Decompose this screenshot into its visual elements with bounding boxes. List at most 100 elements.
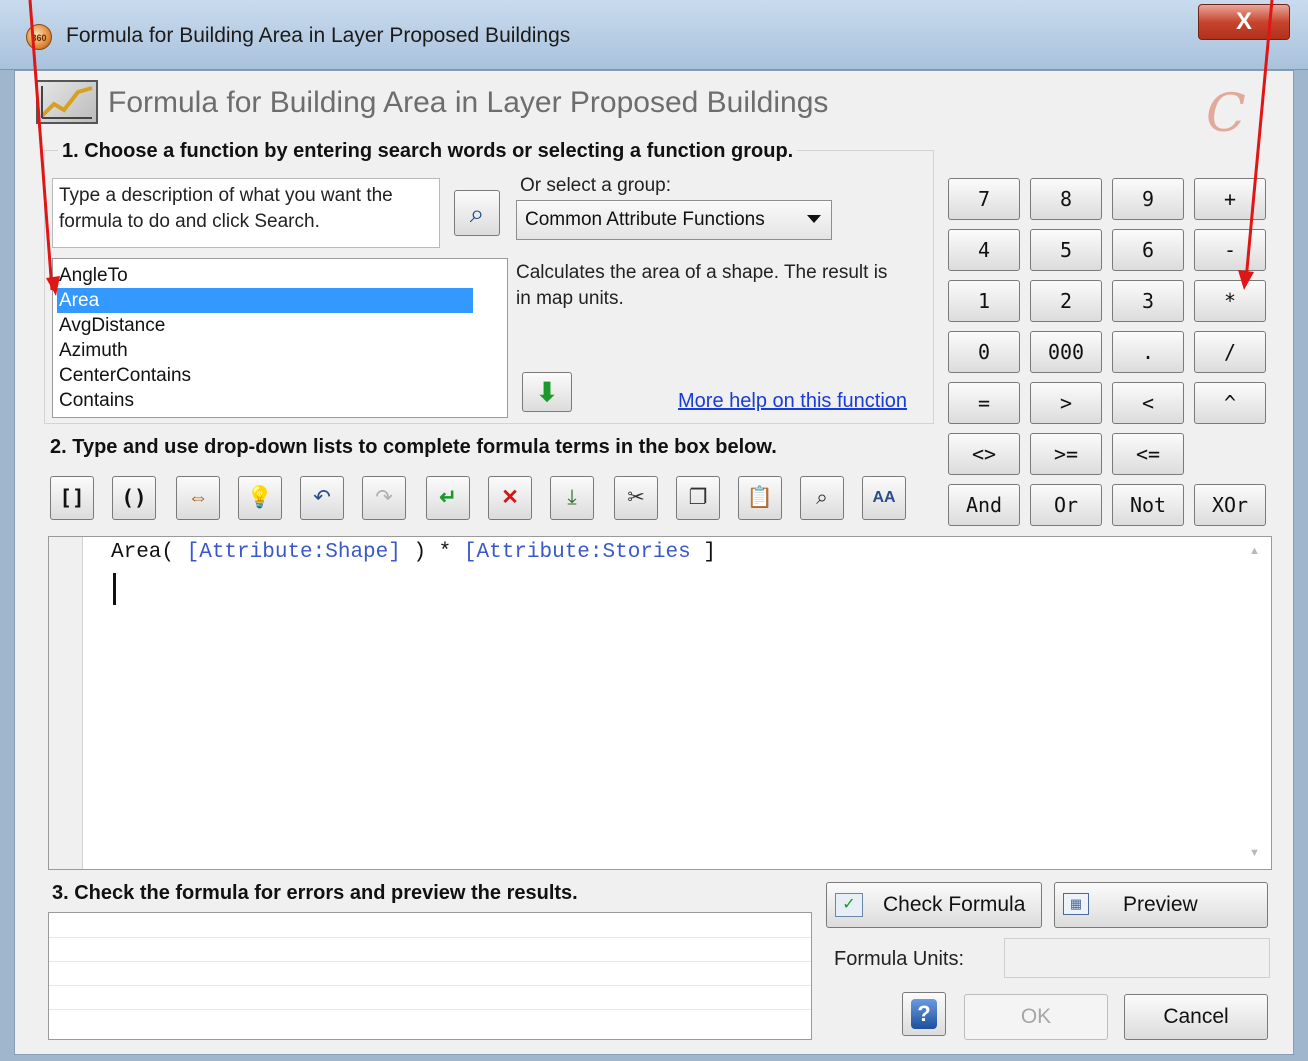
help-icon: ?	[911, 999, 937, 1029]
load-icon: ⤓	[567, 486, 577, 509]
key-1[interactable]: 1	[948, 280, 1020, 322]
find-button[interactable]: ⌕	[800, 476, 844, 520]
key-and[interactable]: And	[948, 484, 1020, 526]
formula-units-field	[1004, 938, 1270, 978]
preview-button[interactable]: ▦ Preview	[1054, 882, 1268, 928]
lightbulb-icon: 💡	[246, 486, 274, 509]
editor-scrollbar[interactable]: ▲ ▼	[1243, 537, 1271, 869]
list-item[interactable]: CenterContains	[57, 363, 473, 388]
formula-attr-stories: [Attribute:Stories	[463, 541, 691, 564]
formula-function: Area(	[111, 541, 187, 564]
key-divide[interactable]: /	[1194, 331, 1266, 373]
preview-label: Preview	[1123, 893, 1198, 916]
key-4[interactable]: 4	[948, 229, 1020, 271]
list-item[interactable]: AngleTo	[57, 263, 473, 288]
group-select[interactable]: Common Attribute Functions	[516, 200, 832, 240]
check-formula-label: Check Formula	[883, 893, 1026, 916]
key-minus[interactable]: -	[1194, 229, 1266, 271]
magnifier-icon: ⌕	[469, 198, 485, 228]
list-item-selected[interactable]: Area	[57, 288, 473, 313]
key-not-equal[interactable]: <>	[948, 433, 1020, 475]
arrow-down-icon: ⬇	[536, 377, 558, 407]
ok-button[interactable]: OK	[964, 994, 1108, 1040]
insert-brackets-button[interactable]: []	[50, 476, 94, 520]
dialog-header-title: Formula for Building Area in Layer Propo…	[108, 86, 829, 119]
step1-label: 1. Choose a function by entering search …	[58, 140, 798, 163]
list-item[interactable]: AvgDistance	[57, 313, 473, 338]
group-select-value: Common Attribute Functions	[525, 209, 765, 230]
key-8[interactable]: 8	[1030, 178, 1102, 220]
key-plus[interactable]: +	[1194, 178, 1266, 220]
list-item[interactable]: Azimuth	[57, 338, 473, 363]
delete-button[interactable]: ✕	[488, 476, 532, 520]
list-item[interactable]: Contains	[57, 388, 473, 413]
load-button[interactable]: ⤓	[550, 476, 594, 520]
font-button[interactable]: AA	[862, 476, 906, 520]
undo-button[interactable]: ↶	[300, 476, 344, 520]
results-gridline	[49, 1009, 811, 1010]
key-greater-equal[interactable]: >=	[1030, 433, 1102, 475]
chevron-down-icon	[807, 215, 821, 223]
app-icon: 360	[26, 24, 52, 50]
function-description: Calculates the area of a shape. The resu…	[516, 262, 888, 309]
group-label: Or select a group:	[520, 175, 672, 196]
key-5[interactable]: 5	[1030, 229, 1102, 271]
function-list[interactable]: AngleTo Area AvgDistance Azimuth CenterC…	[52, 258, 508, 418]
insert-parentheses-button[interactable]: ()	[112, 476, 156, 520]
results-gridline	[49, 937, 811, 938]
search-button[interactable]: ⌕	[454, 190, 500, 236]
key-2[interactable]: 2	[1030, 280, 1102, 322]
apply-button[interactable]: ↵	[426, 476, 470, 520]
key-or[interactable]: Or	[1030, 484, 1102, 526]
check-icon: ✓	[835, 893, 863, 917]
results-gridline	[49, 961, 811, 962]
key-greater[interactable]: >	[1030, 382, 1102, 424]
function-help-link[interactable]: More help on this function	[678, 390, 907, 413]
formula-operator: ) *	[400, 541, 464, 564]
key-7[interactable]: 7	[948, 178, 1020, 220]
binoculars-icon: ⌕	[816, 486, 828, 509]
redo-icon: ↷	[375, 486, 393, 509]
hint-button[interactable]: 💡	[238, 476, 282, 520]
delete-x-icon: ✕	[501, 486, 519, 509]
close-button[interactable]: X	[1198, 4, 1290, 40]
check-formula-button[interactable]: ✓ Check Formula	[826, 882, 1042, 928]
key-multiply[interactable]: *	[1194, 280, 1266, 322]
paste-button[interactable]: 📋	[738, 476, 782, 520]
key-less[interactable]: <	[1112, 382, 1184, 424]
step2-label: 2. Type and use drop-down lists to compl…	[50, 436, 777, 458]
check-results-pane	[48, 912, 812, 1040]
scissors-icon: ✂	[627, 486, 645, 509]
key-equals[interactable]: =	[948, 382, 1020, 424]
redo-button[interactable]: ↷	[362, 476, 406, 520]
key-6[interactable]: 6	[1112, 229, 1184, 271]
key-9[interactable]: 9	[1112, 178, 1184, 220]
formula-units-label: Formula Units:	[834, 948, 965, 970]
key-0[interactable]: 0	[948, 331, 1020, 373]
key-not[interactable]: Not	[1112, 484, 1184, 526]
key-000[interactable]: 000	[1030, 331, 1102, 373]
swap-button[interactable]: ⇔	[176, 476, 220, 520]
undo-icon: ↶	[313, 486, 331, 509]
formula-editor[interactable]: Area( [Attribute:Shape] ) * [Attribute:S…	[48, 536, 1272, 870]
help-button[interactable]: ?	[902, 992, 946, 1036]
key-xor[interactable]: XOr	[1194, 484, 1266, 526]
cancel-button[interactable]: Cancel	[1124, 994, 1268, 1040]
key-power[interactable]: ^	[1194, 382, 1266, 424]
copy-button[interactable]: ❐	[676, 476, 720, 520]
formula-chart-icon	[36, 80, 98, 124]
scroll-up-icon[interactable]: ▲	[1249, 545, 1260, 557]
cut-button[interactable]: ✂	[614, 476, 658, 520]
editor-gutter	[49, 537, 83, 869]
formula-close: ]	[690, 541, 716, 564]
search-input[interactable]: Type a description of what you want the …	[52, 178, 440, 248]
formula-text[interactable]: Area( [Attribute:Shape] ) * [Attribute:S…	[111, 541, 716, 564]
copy-icon: ❐	[688, 486, 708, 509]
key-3[interactable]: 3	[1112, 280, 1184, 322]
key-less-equal[interactable]: <=	[1112, 433, 1184, 475]
window-title: Formula for Building Area in Layer Propo…	[66, 24, 571, 47]
brand-logo: C	[1206, 84, 1246, 144]
key-decimal[interactable]: .	[1112, 331, 1184, 373]
insert-function-button[interactable]: ⬇	[522, 372, 572, 412]
scroll-down-icon[interactable]: ▼	[1249, 847, 1260, 859]
